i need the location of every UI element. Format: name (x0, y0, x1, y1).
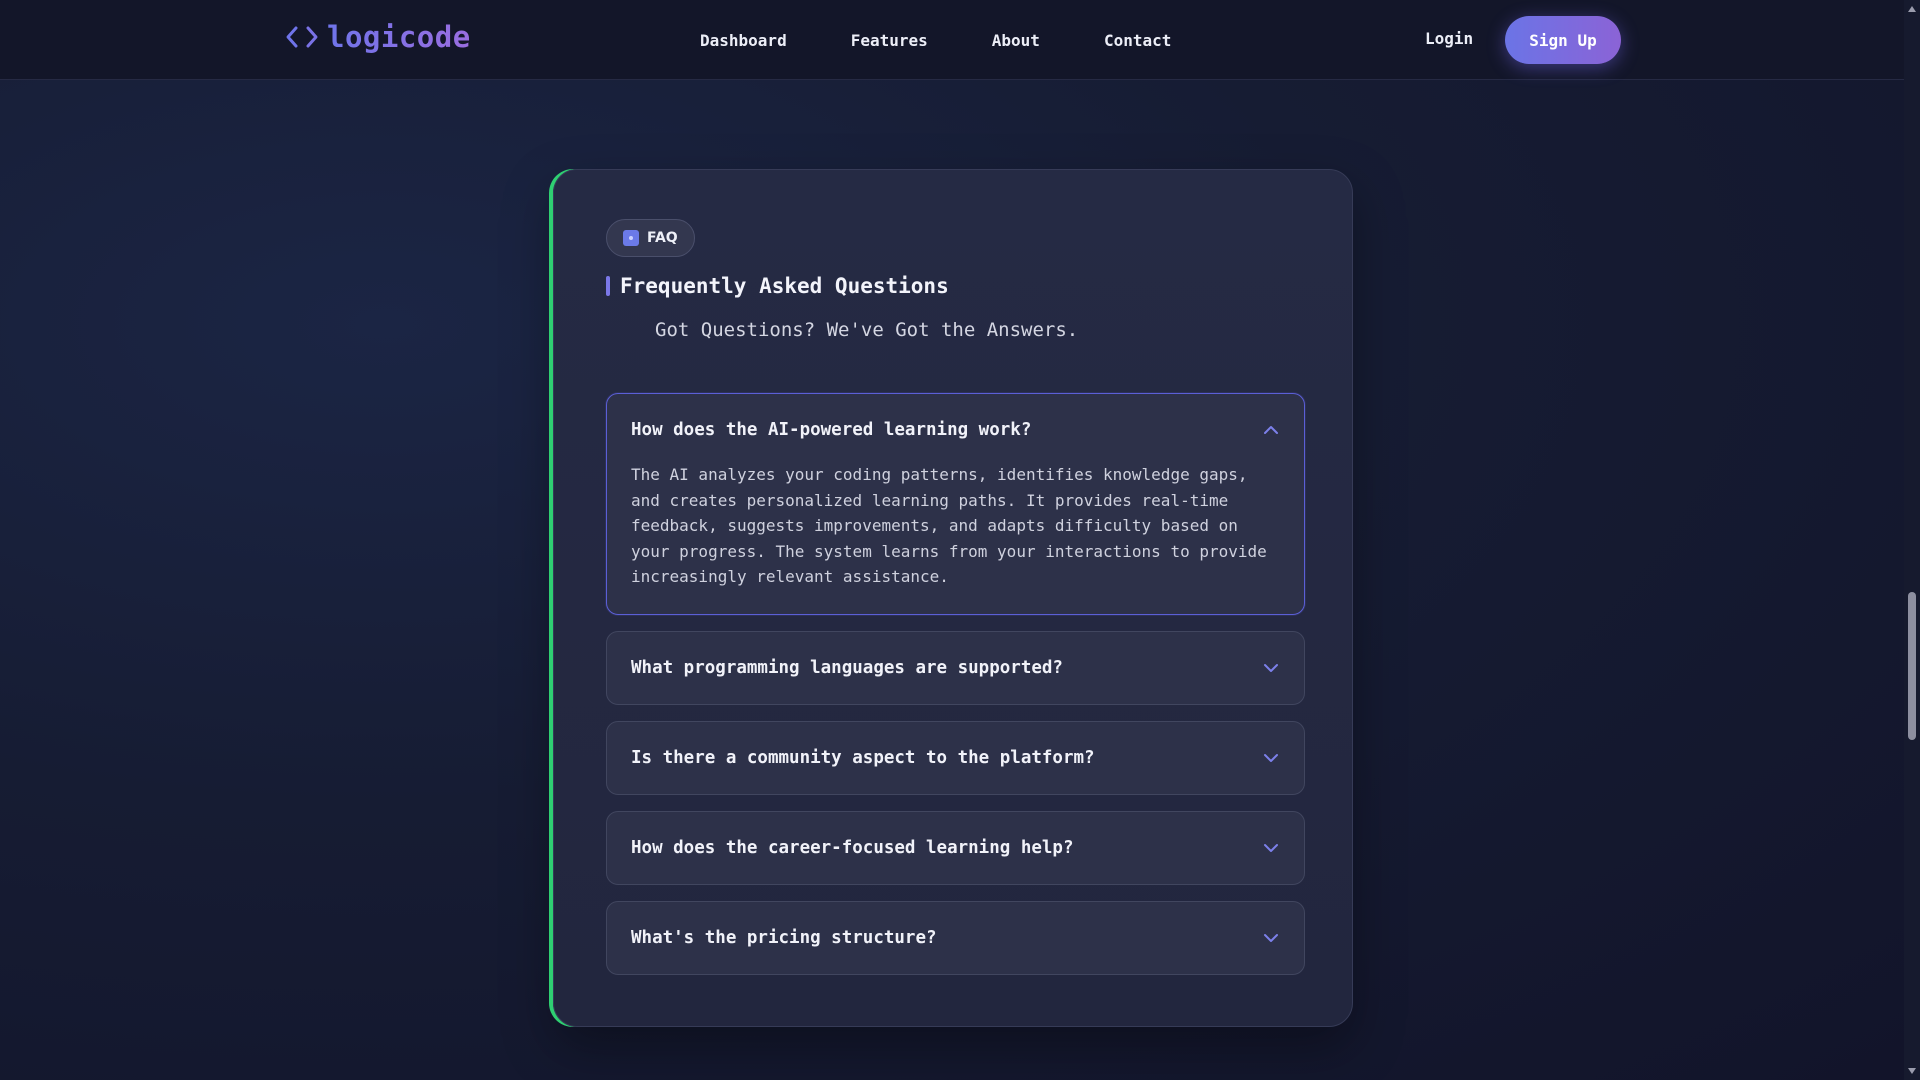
faq-item[interactable]: How does the AI-powered learning work? T… (606, 393, 1305, 615)
page-scrollbar[interactable] (1904, 0, 1920, 1080)
faq-question-row[interactable]: Is there a community aspect to the platf… (607, 722, 1304, 794)
code-brackets-icon (285, 23, 319, 51)
chevron-down-icon[interactable] (1262, 659, 1280, 677)
nav-links: Dashboard Features About Contact (700, 0, 1171, 80)
chevron-down-icon[interactable] (1262, 929, 1280, 947)
faq-item[interactable]: Is there a community aspect to the platf… (606, 720, 1305, 795)
navbar: logicode Dashboard Features About Contac… (0, 0, 1904, 80)
nav-link-dashboard[interactable]: Dashboard (700, 31, 787, 50)
faq-question: What's the pricing structure? (631, 927, 937, 948)
faq-title: Frequently Asked Questions (620, 274, 949, 298)
nav-link-contact[interactable]: Contact (1104, 31, 1171, 50)
faq-item[interactable]: How does the career-focused learning hel… (606, 810, 1305, 885)
nav-link-about[interactable]: About (992, 31, 1040, 50)
nav-link-features[interactable]: Features (851, 31, 928, 50)
faq-item[interactable]: What programming languages are supported… (606, 630, 1305, 705)
faq-question-row[interactable]: What's the pricing structure? (607, 902, 1304, 974)
faq-badge-icon (623, 230, 639, 246)
faq-title-wrap: Frequently Asked Questions (606, 274, 949, 298)
scroll-up-arrow-icon[interactable] (1908, 6, 1916, 12)
faq-question: Is there a community aspect to the platf… (631, 747, 1095, 768)
signup-button[interactable]: Sign Up (1505, 16, 1621, 64)
faq-question-row[interactable]: What programming languages are supported… (607, 632, 1304, 704)
faq-item[interactable]: What's the pricing structure? (606, 900, 1305, 975)
scroll-down-arrow-icon[interactable] (1908, 1068, 1916, 1074)
chevron-down-icon[interactable] (1262, 749, 1280, 767)
faq-question: What programming languages are supported… (631, 657, 1063, 678)
faq-badge-label: FAQ (647, 230, 678, 246)
faq-question-row[interactable]: How does the career-focused learning hel… (607, 812, 1304, 884)
faq-list: How does the AI-powered learning work? T… (606, 393, 1305, 991)
faq-badge: FAQ (606, 219, 695, 257)
faq-subtitle: Got Questions? We've Got the Answers. (655, 319, 1079, 341)
login-link[interactable]: Login (1425, 29, 1473, 48)
faq-question-row[interactable]: How does the AI-powered learning work? (607, 394, 1304, 466)
chevron-up-icon[interactable] (1262, 421, 1280, 439)
logo-text: logicode (327, 20, 471, 54)
faq-question: How does the career-focused learning hel… (631, 837, 1074, 858)
scrollbar-thumb[interactable] (1908, 592, 1916, 740)
logo[interactable]: logicode (285, 20, 471, 54)
faq-answer: The AI analyzes your coding patterns, id… (631, 465, 1267, 586)
chevron-down-icon[interactable] (1262, 839, 1280, 857)
title-accent-bar (606, 276, 610, 296)
faq-question: How does the AI-powered learning work? (631, 420, 1032, 440)
faq-card: FAQ Frequently Asked Questions Got Quest… (553, 169, 1353, 1027)
